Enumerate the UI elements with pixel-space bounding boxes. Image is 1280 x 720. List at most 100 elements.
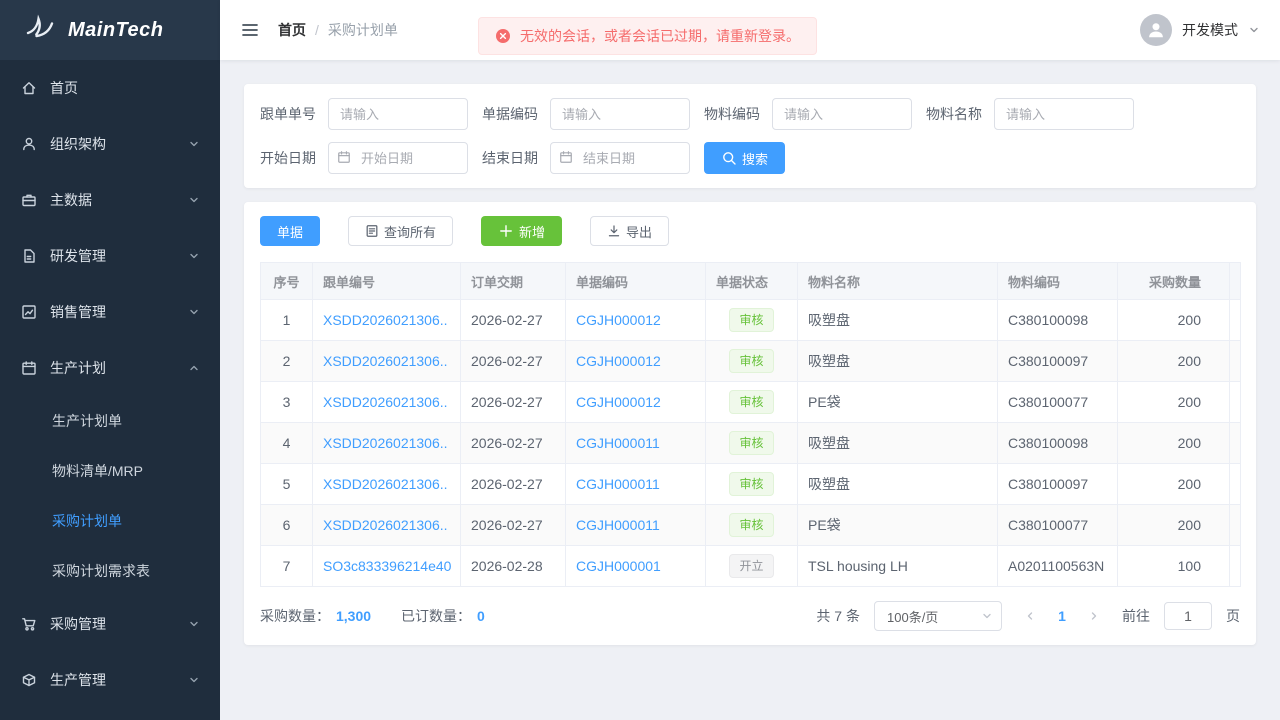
cell-material-code: C380100098 [997, 299, 1118, 341]
follow-no-link[interactable]: XSDD2026021306.. [323, 312, 448, 328]
sidebar-item-label: 组织架构 [50, 136, 106, 152]
column-header: 订单交期 [460, 262, 566, 300]
table-row[interactable]: 5 XSDD2026021306.. 2026-02-27 CGJH000011 审核吸… [260, 463, 1241, 505]
sidebar-toggle-icon[interactable] [240, 20, 260, 40]
query-all-button[interactable]: 查询所有 [348, 216, 454, 246]
breadcrumb-current: 采购计划单 [327, 22, 398, 38]
cell-delivery-date: 2026-02-27 [460, 299, 566, 341]
cell-material-name: 吸塑盘 [797, 299, 998, 341]
sidebar-subitem-label: 生产计划单 [52, 413, 122, 429]
doc-no-link[interactable]: CGJH000011 [576, 517, 660, 533]
filter-label: 开始日期 [260, 150, 316, 166]
table-row[interactable]: 6 XSDD2026021306.. 2026-02-27 CGJH000011 审核 P… [260, 504, 1241, 546]
status-tag: 审核 [729, 348, 774, 374]
doc-no-link[interactable]: CGJH000001 [576, 558, 661, 574]
sidebar-item-production-plan[interactable]: 生产计划 [0, 340, 220, 396]
sidebar-item-production-mgmt[interactable]: 生产管理 [0, 652, 220, 708]
sidebar-subitem[interactable]: 生产计划单 [0, 396, 220, 446]
export-button[interactable]: 导出 [590, 216, 670, 246]
doc-no-link[interactable]: CGJH000012 [576, 353, 661, 369]
filter-field: 物料名称 [926, 98, 1134, 130]
follow-no-link[interactable]: SO3c833396214e40 [323, 558, 451, 574]
filter-input[interactable] [772, 98, 912, 130]
cell-material-name: TSL housing LH [797, 545, 998, 587]
cell-follow-no: XSDD2026021306.. [312, 504, 461, 546]
sidebar-subitem[interactable]: 采购计划单 [0, 496, 220, 546]
cell-extra [1229, 299, 1241, 341]
summary-stats: 采购数量： 1,300 已订数量： 0 [260, 606, 485, 626]
sidebar-item-sales-mgmt[interactable]: 销售管理 [0, 284, 220, 340]
sidebar-subitem-label: 采购计划需求表 [52, 563, 150, 579]
goto-label: 前往 [1122, 608, 1150, 624]
sidebar-item-label: 主数据 [50, 192, 92, 208]
purchase-qty-value: 1,300 [336, 608, 372, 624]
error-toast: 无效的会话，或者会话已过期，请重新登录。 [478, 17, 817, 55]
brand-name: MainTech [68, 18, 164, 41]
sidebar-subitem[interactable]: 采购计划需求表 [0, 546, 220, 596]
breadcrumb-home[interactable]: 首页 [278, 20, 306, 40]
follow-no-link[interactable]: XSDD2026021306.. [323, 435, 448, 451]
cell-material-code: C380100098 [997, 422, 1118, 464]
column-header: 跟单编号 [312, 262, 461, 300]
sidebar-subitem[interactable]: 物料清单/MRP [0, 446, 220, 496]
cell-purchase-qty: 200 [1117, 299, 1230, 341]
chevron-down-icon [188, 194, 200, 206]
follow-no-link[interactable]: XSDD2026021306.. [323, 517, 448, 533]
cell-status: 审核 [705, 463, 798, 505]
cell-extra [1229, 463, 1241, 505]
sidebar-item-home[interactable]: 首页 [0, 60, 220, 116]
sidebar-item-master-data[interactable]: 主数据 [0, 172, 220, 228]
sidebar-menu: 首页组织架构主数据研发管理 销售管理 生产计划生产计划单物料清单/MRP 采购计划单采… [0, 60, 220, 720]
sidebar-item-rd-mgmt[interactable]: 研发管理 [0, 228, 220, 284]
sidebar-item-org[interactable]: 组织架构 [0, 116, 220, 172]
follow-no-link[interactable]: XSDD2026021306.. [323, 394, 448, 410]
follow-no-link[interactable]: XSDD2026021306.. [323, 476, 448, 492]
purchase-qty-label: 采购数量： [260, 608, 330, 624]
follow-no-link[interactable]: XSDD2026021306.. [323, 353, 448, 369]
goto-page-input[interactable] [1164, 602, 1212, 630]
doc-no-link[interactable]: CGJH000011 [576, 476, 660, 492]
status-tag: 审核 [729, 512, 774, 538]
cell-purchase-qty: 100 [1117, 545, 1230, 587]
cell-material-name: PE袋 [797, 504, 998, 546]
filter-input[interactable] [994, 98, 1134, 130]
table-row[interactable]: 4 XSDD2026021306.. 2026-02-27 CGJH000011 审核吸… [260, 422, 1241, 464]
add-button[interactable]: 新增 [481, 216, 563, 246]
chevron-down-icon [188, 674, 200, 686]
cell-delivery-date: 2026-02-27 [460, 422, 566, 464]
total-count: 共 7 条 [816, 608, 860, 624]
cell-material-name: 吸塑盘 [797, 463, 998, 505]
chevron-down-icon [188, 138, 200, 150]
chevron-down-icon [981, 610, 993, 622]
filter-input[interactable] [550, 98, 690, 130]
sidebar-item-purchase-mgmt[interactable]: 采购管理 [0, 596, 220, 652]
document-button[interactable]: 单据 [260, 216, 321, 246]
cell-purchase-qty: 200 [1117, 340, 1230, 382]
filter-input[interactable] [328, 98, 468, 130]
next-page-button[interactable] [1080, 602, 1108, 630]
table-header-row: 序号 跟单编号 订单交期 单据编码 单据状态 物料名称 物料编码 采购数量 [260, 262, 1241, 300]
page-content: 跟单单号单据编码物料编码物料名称开始日期结束日期 搜索 单据 查询所有 [220, 60, 1280, 720]
user-menu[interactable]: 开发模式 [1140, 14, 1260, 46]
table-row[interactable]: 2 XSDD2026021306.. 2026-02-27 CGJH000012 审核吸… [260, 340, 1241, 382]
cell-purchase-qty: 200 [1117, 381, 1230, 423]
breadcrumb-separator: / [315, 22, 319, 38]
column-header-extra [1229, 262, 1241, 300]
doc-no-link[interactable]: CGJH000012 [576, 394, 661, 410]
brand-logo[interactable]: MainTech [0, 0, 220, 60]
prev-page-button[interactable] [1016, 602, 1044, 630]
search-button[interactable]: 搜索 [704, 142, 786, 174]
current-page-button[interactable]: 1 [1048, 602, 1076, 630]
table-row[interactable]: 3 XSDD2026021306.. 2026-02-27 CGJH000012 审核 P… [260, 381, 1241, 423]
doc-no-link[interactable]: CGJH000012 [576, 312, 661, 328]
date-input-wrap [550, 142, 690, 174]
page-size-select[interactable]: 100条/页 [874, 601, 1002, 631]
table-row[interactable]: 1 XSDD2026021306.. 2026-02-27 CGJH000012 审核吸… [260, 299, 1241, 341]
cell-material-code: C380100097 [997, 340, 1118, 382]
cell-extra [1229, 545, 1241, 587]
purchase-plan-table: 序号 跟单编号 订单交期 单据编码 单据状态 物料名称 物料编码 采购数量 1 XSDD2026… [260, 262, 1241, 587]
sidebar-item-label: 首页 [50, 80, 78, 96]
doc-no-link[interactable]: CGJH000011 [576, 435, 660, 451]
table-row[interactable]: 7 SO3c833396214e40 2026-02-28 CGJH000001 开立 T… [260, 545, 1241, 587]
main-area: 首页 / 采购计划单 无效的会话，或者会话已过期，请重新登录。 开发模式 跟单单… [220, 0, 1280, 720]
